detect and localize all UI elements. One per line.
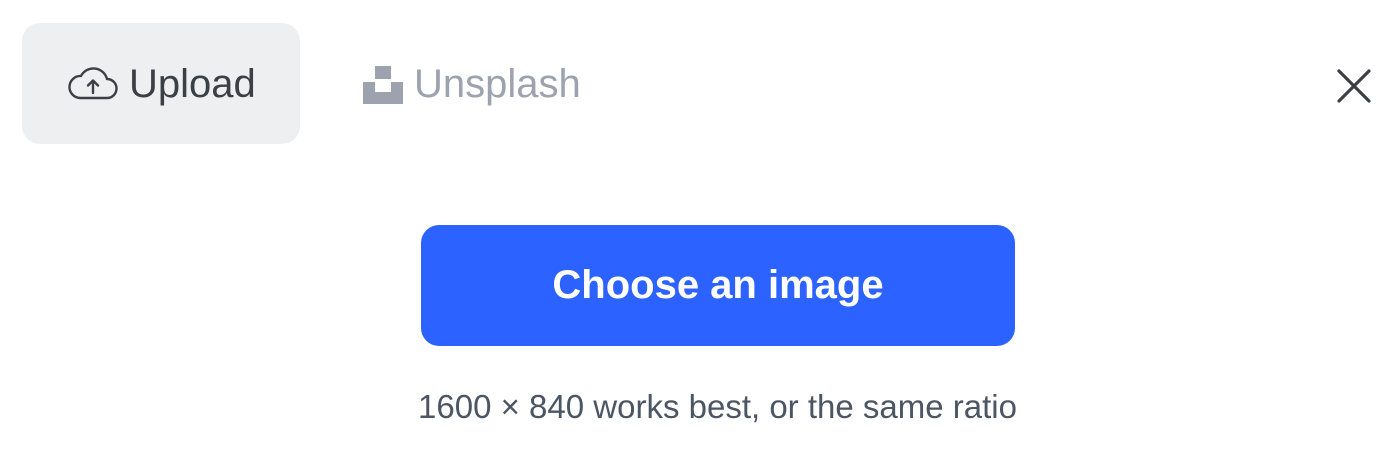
tab-upload-label: Upload xyxy=(129,61,256,106)
unsplash-icon xyxy=(362,63,404,105)
image-size-hint: 1600 × 840 works best, or the same ratio xyxy=(418,388,1017,425)
close-button[interactable] xyxy=(1334,66,1374,106)
tab-bar: Upload Unsplash xyxy=(22,23,581,144)
choose-image-button[interactable]: Choose an image xyxy=(421,225,1015,346)
tab-unsplash-label: Unsplash xyxy=(414,61,581,106)
tab-unsplash[interactable]: Unsplash xyxy=(362,23,581,144)
cloud-upload-icon xyxy=(67,66,119,101)
close-icon xyxy=(1336,68,1372,104)
tab-upload[interactable]: Upload xyxy=(22,23,300,144)
